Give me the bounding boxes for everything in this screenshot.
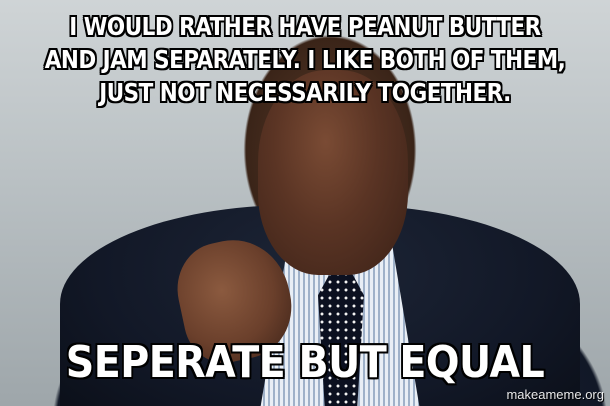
bottom-caption: SEPERATE BUT EQUAL [65,337,545,388]
meme-image: I WOULD RATHER HAVE PEANUT BUTTER AND JA… [0,0,610,406]
watermark: makeameme.org [506,387,604,402]
top-caption: I WOULD RATHER HAVE PEANUT BUTTER AND JA… [44,12,566,107]
